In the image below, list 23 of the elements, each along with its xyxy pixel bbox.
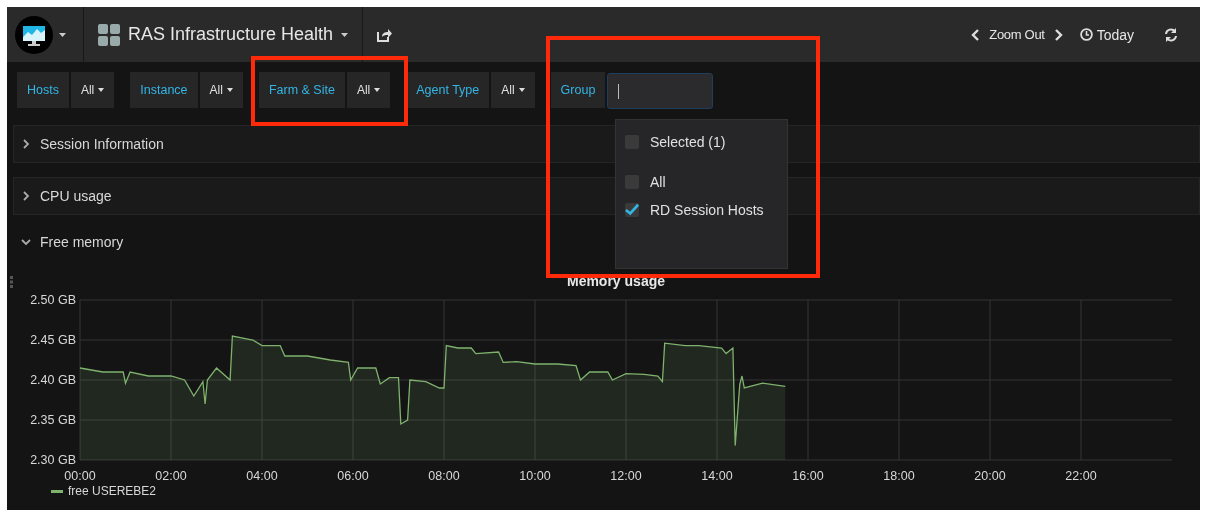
axis-label: 16:00 xyxy=(792,469,824,483)
variable-label: Agent Type xyxy=(406,72,490,108)
axis-label: 2.35 GB xyxy=(30,413,76,427)
axis-label: 20:00 xyxy=(974,469,1006,483)
axis-label: 12:00 xyxy=(610,469,642,483)
axis-label: 18:00 xyxy=(883,469,915,483)
axis-label: 02:00 xyxy=(155,469,187,483)
axis-label: 2.30 GB xyxy=(30,453,76,467)
axis-label: 08:00 xyxy=(428,469,460,483)
variable-label: Instance xyxy=(130,72,198,108)
axis-label: 2.40 GB xyxy=(30,373,76,387)
axis-label: 2.45 GB xyxy=(30,333,76,347)
axis-label: 14:00 xyxy=(701,469,733,483)
axis-label: 04:00 xyxy=(246,469,278,483)
chart-title: Memory usage xyxy=(567,273,665,289)
axis-label: 06:00 xyxy=(337,469,369,483)
axis-label: 00:00 xyxy=(64,469,96,483)
axis-label: 22:00 xyxy=(1065,469,1097,483)
variable-label: Farm & Site xyxy=(258,72,345,108)
axis-label: 10:00 xyxy=(519,469,551,483)
axis-label: 2.50 GB xyxy=(30,293,76,307)
variable-label: Group xyxy=(550,72,606,108)
variable-label: Hosts xyxy=(17,72,69,108)
